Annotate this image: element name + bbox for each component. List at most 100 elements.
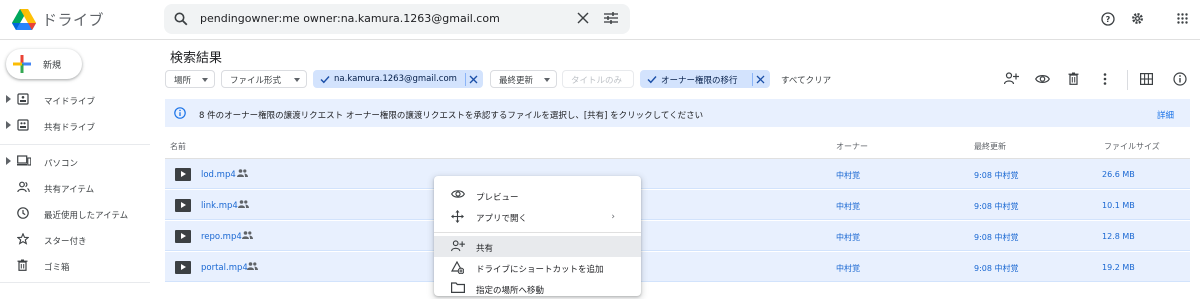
- menu-item-label: アプリで開く: [476, 214, 528, 224]
- sidebar-item-label: 共有アイテム: [44, 185, 95, 195]
- table-row[interactable]: lod.mp4 中村覚 9:08 中村覚 26.6 MB: [165, 159, 1190, 189]
- menu-item-label: 指定の場所へ移動: [476, 286, 545, 296]
- menu-item-preview[interactable]: プレビュー: [434, 185, 641, 206]
- sidebar-item-starred[interactable]: スター付き: [0, 228, 150, 252]
- table-row[interactable]: repo.mp4 中村覚 9:08 中村覚 12.8 MB: [165, 221, 1190, 251]
- shared-people-icon: [238, 200, 249, 208]
- remove-filter-icon[interactable]: [469, 75, 478, 84]
- eye-icon[interactable]: [1035, 74, 1050, 84]
- sidebar-item-shared-with-me[interactable]: 共有アイテム: [0, 176, 150, 200]
- info-icon[interactable]: [1173, 72, 1187, 86]
- chevron-right-icon: ›: [611, 212, 615, 222]
- file-name: lod.mp4: [201, 170, 236, 180]
- more-vert-icon[interactable]: [1103, 73, 1107, 85]
- menu-divider: [434, 232, 641, 233]
- filter-chip-owner[interactable]: na.kamura.1263@gmail.com: [313, 70, 483, 88]
- sidebar-divider: [0, 282, 150, 283]
- open-with-icon: [451, 210, 464, 223]
- sidebar-item-label: 最近使用したアイテム: [44, 211, 129, 221]
- owner-cell: 中村覚: [836, 233, 860, 242]
- sidebar-item-label: ゴミ箱: [44, 263, 70, 273]
- sidebar-item-recent[interactable]: 最近使用したアイテム: [0, 202, 150, 226]
- file-name: link.mp4: [201, 201, 238, 211]
- person-add-icon: [451, 240, 465, 252]
- help-icon[interactable]: ?: [1101, 12, 1115, 26]
- search-input[interactable]: pendingowner:me owner:na.kamura.1263@gma…: [200, 12, 500, 25]
- search-icon[interactable]: [174, 12, 188, 26]
- sidebar-item-trash[interactable]: ゴミ箱: [0, 254, 150, 278]
- size-cell: 12.8 MB: [1102, 232, 1135, 241]
- sidebar-item-label: マイドライブ: [44, 97, 96, 107]
- trash-icon: [17, 259, 28, 271]
- share-icon[interactable]: [1004, 72, 1019, 85]
- computers-icon: [17, 155, 31, 167]
- search-options-icon[interactable]: [604, 12, 618, 24]
- table-row[interactable]: link.mp4 中村覚 9:08 中村覚 10.1 MB: [165, 190, 1190, 220]
- sidebar-divider: [0, 144, 150, 145]
- close-icon[interactable]: [577, 12, 589, 24]
- filter-chip-file-type[interactable]: ファイル形式: [221, 70, 307, 88]
- video-file-icon: [175, 199, 191, 212]
- menu-item-label: ドライブにショートカットを追加: [476, 265, 604, 275]
- apps-grid-icon[interactable]: [1177, 13, 1188, 24]
- sidebar-item-my-drive[interactable]: マイドライブ: [0, 88, 150, 112]
- move-icon: [451, 282, 465, 293]
- size-cell: 19.2 MB: [1102, 263, 1135, 272]
- expand-caret-icon[interactable]: [6, 121, 11, 129]
- shared-drives-icon: [17, 119, 29, 131]
- app-title: ドライブ: [42, 11, 105, 29]
- file-name: portal.mp4: [201, 263, 248, 273]
- owner-cell: 中村覚: [836, 264, 860, 273]
- toolbar-divider: [1127, 70, 1128, 90]
- check-icon: [647, 75, 657, 84]
- modified-cell: 9:08 中村覚: [974, 233, 1019, 242]
- banner-message: 8 件のオーナー権限の譲渡リクエスト オーナー権限の譲渡リクエストを承認するファ…: [199, 111, 704, 121]
- table-row[interactable]: portal.mp4 中村覚 9:08 中村覚 19.2 MB: [165, 252, 1190, 282]
- trash-icon[interactable]: [1068, 72, 1079, 85]
- clear-all-button[interactable]: すべてクリア: [781, 74, 831, 86]
- grid-view-icon[interactable]: [1140, 73, 1153, 85]
- plus-icon: [13, 55, 31, 73]
- modified-cell: 9:08 中村覚: [974, 202, 1019, 211]
- shared-people-icon: [242, 231, 253, 239]
- filter-chip-modified[interactable]: 最終更新: [490, 70, 557, 88]
- eye-icon: [451, 189, 465, 199]
- shared-people-icon: [237, 169, 248, 177]
- menu-item-share[interactable]: 共有: [434, 236, 641, 257]
- filter-chip-title-only[interactable]: タイトルのみ: [562, 70, 634, 88]
- size-cell: 10.1 MB: [1102, 201, 1135, 210]
- owner-cell: 中村覚: [836, 171, 860, 180]
- modified-cell: 9:08 中村覚: [974, 171, 1019, 180]
- sidebar-item-computers[interactable]: パソコン: [0, 150, 150, 174]
- gear-icon[interactable]: [1130, 11, 1145, 26]
- chevron-down-icon: [294, 78, 300, 82]
- video-file-icon: [175, 168, 191, 181]
- column-header-modified[interactable]: 最終更新: [974, 141, 1006, 152]
- info-icon: [174, 107, 186, 119]
- shared-people-icon: [247, 262, 258, 270]
- menu-item-open-with[interactable]: アプリで開く ›: [434, 206, 641, 227]
- filter-chip-location[interactable]: 場所: [165, 70, 215, 88]
- sidebar-item-label: スター付き: [44, 237, 87, 247]
- filter-chip-ownership-transfer[interactable]: オーナー権限の移行: [640, 70, 770, 88]
- video-file-icon: [175, 261, 191, 274]
- details-link[interactable]: 詳細: [1157, 109, 1174, 121]
- drive-logo-icon[interactable]: [12, 9, 36, 30]
- star-icon: [17, 233, 29, 245]
- remove-filter-icon[interactable]: [756, 75, 765, 84]
- menu-item-label: プレビュー: [476, 193, 519, 203]
- new-button-label: 新規: [43, 61, 62, 71]
- check-icon: [320, 75, 330, 84]
- shared-with-me-icon: [17, 181, 30, 193]
- column-header-name[interactable]: 名前: [170, 141, 186, 152]
- expand-caret-icon[interactable]: [6, 157, 11, 165]
- sidebar-item-shared-drives[interactable]: 共有ドライブ: [0, 114, 150, 138]
- clock-icon: [17, 207, 29, 219]
- expand-caret-icon[interactable]: [6, 95, 11, 103]
- size-cell: 26.6 MB: [1102, 170, 1135, 179]
- menu-item-add-shortcut[interactable]: ドライブにショートカットを追加: [434, 257, 641, 278]
- column-header-owner[interactable]: オーナー: [836, 141, 868, 152]
- column-header-size[interactable]: ファイルサイズ: [1104, 141, 1160, 152]
- page-title: 検索結果: [170, 51, 223, 66]
- chevron-down-icon: [202, 78, 208, 82]
